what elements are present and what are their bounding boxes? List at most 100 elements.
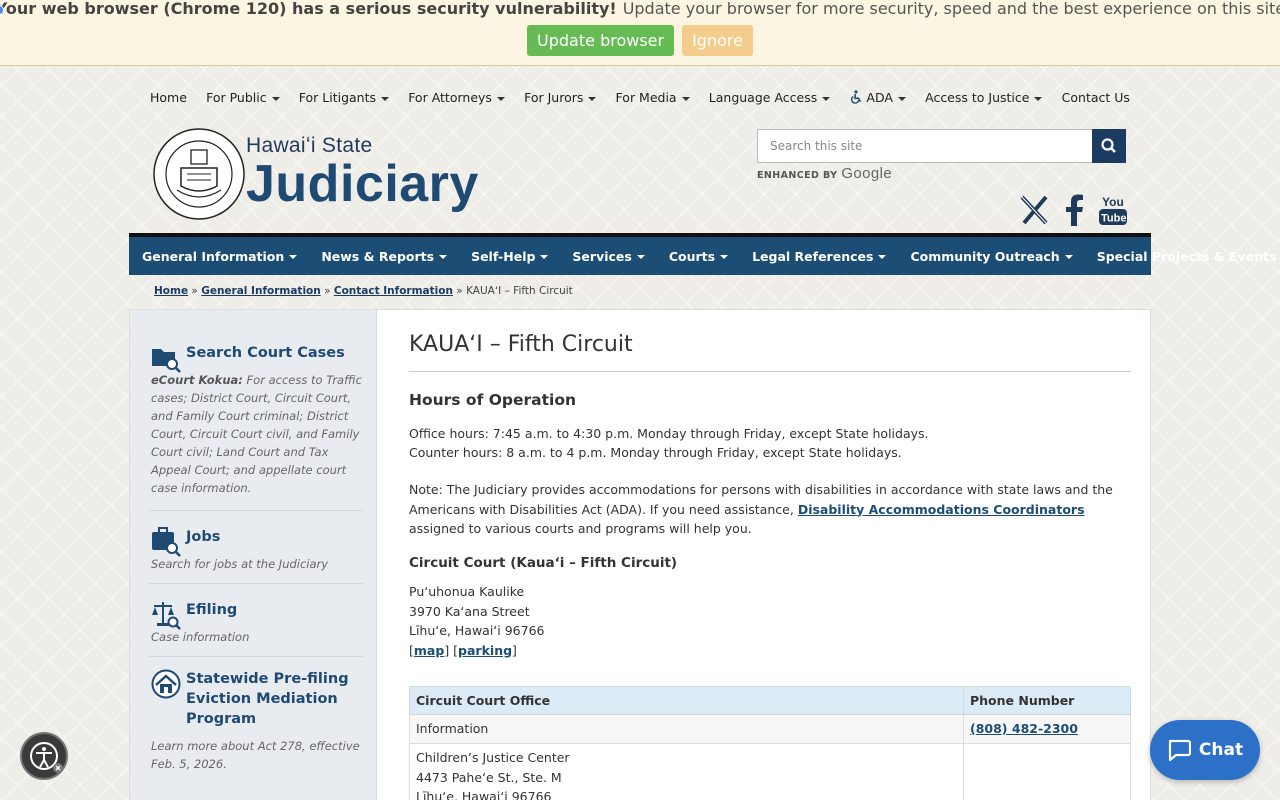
sidebar: Search Court Cases eCourt Kokua: For acc… [130,310,377,800]
youtube-icon[interactable]: You Tube [1098,194,1128,226]
breadcrumb-general-information[interactable]: General Information [201,285,321,297]
top-nav-for-media[interactable]: For Media [616,90,690,105]
brand-big[interactable]: Judiciary [246,153,479,215]
top-nav-for-attorneys[interactable]: For Attorneys [408,90,505,105]
sidebar-desc: Learn more about Act 278, effective Feb.… [151,739,360,771]
main-nav-news-reports[interactable]: News & Reports [321,249,447,264]
main-nav-community-outreach[interactable]: Community Outreach [910,249,1072,264]
main-nav: General Information News & Reports Self-… [129,233,1276,275]
disability-coordinators-link[interactable]: Disability Accommodations Coordinators [798,502,1085,517]
chat-button[interactable]: Chat [1150,720,1260,780]
phone-cell: (808) 482-2300 [963,714,1131,744]
svg-text:Tube: Tube [1101,213,1126,225]
scales-search-icon [152,602,181,630]
ignore-button[interactable]: Ignore [682,25,753,56]
breadcrumb-sep: » [324,285,331,297]
office-cell: Children’s Justice Center 4473 Paheʻe St… [409,743,964,800]
briefcase-search-icon [152,527,181,557]
enhanced-by-label: ENHANCED BY [757,170,838,181]
col-header-phone: Phone Number [963,686,1131,715]
main-nav-legal-references[interactable]: Legal References [752,249,886,264]
svg-text:You: You [1102,195,1124,209]
breadcrumb-sep: » [456,285,463,297]
ada-note-text-end: assigned to various courts and programs … [409,521,752,536]
sidebar-title[interactable]: Efiling [186,600,363,620]
table-row: Information (808) 482-2300 [409,714,1131,744]
breadcrumb-contact-information[interactable]: Contact Information [334,285,453,297]
sidebar-item-jobs[interactable]: Jobs Search for jobs at the Judiciary [151,527,363,573]
top-nav-ada[interactable]: ADA [849,90,906,105]
breadcrumb-sep: » [191,285,198,297]
address-line: Puʻuhonua Kaulike [409,584,525,599]
circuit-court-heading: Circuit Court (Kauaʻi – Fifth Circuit) [409,555,678,571]
judiciary-seal-logo[interactable] [153,128,245,220]
main-nav-self-help[interactable]: Self-Help [471,249,548,264]
accessibility-icon [30,742,63,773]
main-nav-services[interactable]: Services [572,249,644,264]
accessibility-button[interactable] [20,732,68,780]
browser-warning-rest: Update your browser for more security, s… [622,0,1280,18]
content-panel: Search Court Cases eCourt Kokua: For acc… [129,309,1151,800]
wheelchair-icon [851,90,862,104]
office-hours: Office hours: 7:45 a.m. to 4:30 p.m. Mon… [409,426,929,441]
main-nav-special-projects[interactable]: Special Projects & Events [1097,249,1280,264]
sidebar-desc: eCourt Kokua: For access to Traffic case… [151,371,363,497]
table-header-row: Circuit Court Office Phone Number [409,686,1131,715]
ada-note: Note: The Judiciary provides accommodati… [409,480,1131,539]
sidebar-item-search-court-cases[interactable]: Search Court Cases eCourt Kokua: For acc… [151,343,363,497]
parking-link[interactable]: parking [458,643,512,658]
court-address: Puʻuhonua Kaulike 3970 Kaʻana Street Līh… [409,582,545,660]
top-nav-access-to-justice[interactable]: Access to Justice [925,90,1042,105]
sidebar-desc: Case information [151,630,250,644]
address-line: 3970 Kaʻana Street [409,603,530,619]
sidebar-divider [149,510,363,511]
col-header-office: Circuit Court Office [409,686,964,715]
page-title: KAUAʻI – Fifth Circuit [409,332,633,357]
chat-bubble-icon [1168,739,1191,761]
sidebar-title[interactable]: Search Court Cases [186,343,363,363]
office-line: 4473 Paheʻe St., Ste. M [416,769,562,785]
office-line: Līhuʻe, Hawaiʻi 96766 [416,789,552,800]
main-nav-general-information[interactable]: General Information [142,249,297,264]
circuit-court-office-table: Circuit Court Office Phone Number Inform… [409,686,1131,800]
counter-hours: Counter hours: 8 a.m. to 4 p.m. Monday t… [409,445,902,460]
table-row: Children’s Justice Center 4473 Paheʻe St… [409,743,1131,800]
sidebar-item-eviction-mediation[interactable]: Statewide Pre-filing Eviction Mediation … [151,669,363,773]
ecourt-kokua-label: eCourt Kokua: [151,373,243,387]
sidebar-title[interactable]: Statewide Pre-filing Eviction Mediation … [186,669,363,729]
top-nav-for-public[interactable]: For Public [206,90,280,105]
top-nav-language-access[interactable]: Language Access [709,90,830,105]
browser-warning-bar: Your web browser (Chrome 120) has a seri… [0,0,1280,66]
ecourt-kokua-desc: For access to Traffic cases; District Co… [151,373,362,495]
sidebar-desc: Search for jobs at the Judiciary [151,557,329,571]
sidebar-title[interactable]: Jobs [186,527,363,547]
house-icon [151,669,181,699]
map-parking-links: [map] [parking] [409,642,517,658]
site-search-input[interactable] [757,129,1093,163]
phone-link[interactable]: (808) 482-2300 [970,721,1078,736]
breadcrumb: Home » General Information » Contact Inf… [154,285,573,297]
breadcrumb-home[interactable]: Home [154,285,188,297]
sidebar-item-efiling[interactable]: Efiling Case information [151,600,363,646]
top-nav-for-jurors[interactable]: For Jurors [524,90,596,105]
top-nav: Home For Public For Litigants For Attorn… [150,90,1130,105]
update-browser-button[interactable]: Update browser [527,25,675,56]
facebook-icon[interactable] [1064,194,1084,226]
search-button[interactable] [1092,129,1126,163]
map-link[interactable]: map [414,643,444,658]
office-line: Children’s Justice Center [416,750,570,765]
main-nav-courts[interactable]: Courts [669,249,728,264]
top-nav-contact-us[interactable]: Contact Us [1062,90,1130,105]
breadcrumb-current: KAUAʻI – Fifth Circuit [466,285,573,297]
enhanced-by-google: ENHANCED BY Google [757,165,892,182]
x-twitter-icon[interactable] [1020,194,1050,226]
phone-cell [963,743,1131,800]
top-nav-for-litigants[interactable]: For Litigants [299,90,389,105]
top-nav-home[interactable]: Home [150,90,187,105]
title-divider [409,371,1131,372]
browser-warning-bold: Your web browser (Chrome 120) has a seri… [0,0,617,18]
folder-search-icon [152,349,181,373]
google-label: Google [841,165,893,182]
sidebar-divider [149,656,363,657]
chat-label: Chat [1198,740,1244,760]
